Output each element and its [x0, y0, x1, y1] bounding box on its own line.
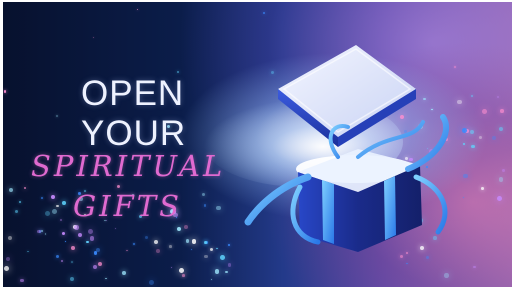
sparkle-dot — [469, 130, 474, 135]
sparkle-dot — [183, 224, 188, 229]
sparkle-dot — [203, 240, 207, 244]
sparkle-dot — [3, 266, 9, 272]
sparkle-dot — [92, 264, 97, 269]
sparkle-dot — [154, 239, 159, 244]
sparkle-dot — [133, 243, 135, 245]
sparkle-dot — [204, 254, 208, 259]
sparkle-dot — [98, 262, 103, 267]
sparkle-dot — [45, 211, 50, 217]
spiritual-gifts-banner: OPEN YOUR SPIRITUAL GIFTS — [3, 2, 512, 287]
sparkle-dot — [191, 239, 197, 244]
sparkle-dot — [51, 209, 57, 215]
sparkle-dot — [182, 274, 185, 278]
sparkle-dot — [121, 271, 126, 275]
sparkle-dot — [498, 177, 504, 182]
sparkle-dot — [216, 247, 218, 250]
sparkle-dot — [23, 186, 27, 190]
sparkle-dot — [85, 240, 89, 244]
sparkle-dot — [500, 109, 504, 113]
sparkle-dot — [115, 227, 117, 229]
sparkle-dot — [209, 248, 213, 252]
sparkle-dot — [219, 255, 225, 261]
sparkle-dot — [481, 109, 487, 114]
sparkle-dot — [203, 204, 207, 207]
sparkle-dot — [44, 233, 47, 235]
sparkle-dot — [406, 262, 409, 265]
sparkle-dot — [170, 267, 172, 269]
sparkle-dot — [262, 11, 266, 15]
sparkle-dot — [51, 195, 56, 200]
box-lid — [278, 45, 416, 147]
sparkle-dot — [186, 239, 190, 243]
sparkle-dot — [41, 196, 43, 199]
sparkle-dot — [95, 247, 101, 253]
headline-spiritual: SPIRITUAL — [31, 149, 226, 183]
sparkle-dot — [491, 135, 496, 140]
sparkle-dot — [55, 204, 59, 208]
sparkle-dot — [55, 115, 58, 118]
sparkle-dot — [7, 235, 13, 241]
sparkle-dot — [211, 278, 213, 280]
sparkle-dot — [149, 279, 155, 285]
sparkle-dot — [473, 266, 476, 269]
sparkle-dot — [92, 36, 94, 38]
sparkle-dot — [20, 279, 24, 283]
sparkle-dot — [478, 135, 482, 139]
sparkle-dot — [136, 8, 139, 11]
sparkle-dot — [87, 228, 93, 234]
sparkle-dot — [176, 227, 181, 232]
sparkle-dot — [5, 256, 11, 262]
sparkle-dot — [9, 188, 14, 192]
sparkle-dot — [126, 249, 128, 252]
sparkle-dot — [116, 184, 121, 189]
sparkle-dot — [71, 246, 76, 250]
sparkle-dot — [179, 267, 185, 273]
sparkle-dot — [497, 95, 500, 98]
sparkle-dot — [156, 249, 160, 253]
sparkle-dot — [228, 244, 231, 247]
headline-your: YOUR — [81, 114, 187, 153]
sparkle-dot — [74, 225, 80, 230]
sparkle-dot — [27, 250, 29, 253]
sparkle-dot — [499, 127, 504, 132]
sparkle-dot — [214, 269, 220, 274]
sparkle-dot — [480, 187, 484, 191]
sparkle-dot — [216, 205, 221, 211]
sparkle-dot — [3, 90, 7, 93]
sparkle-dot — [202, 192, 206, 196]
sparkle-dot — [502, 168, 506, 172]
sparkle-dot — [190, 248, 192, 250]
sparkle-dot — [444, 273, 449, 278]
sparkle-dot — [227, 263, 232, 267]
headline-gifts: GIFTS — [73, 189, 182, 223]
headline-open: OPEN — [81, 74, 185, 113]
sparkle-dot — [70, 277, 75, 282]
sparkle-dot — [471, 144, 475, 148]
sparkle-dot — [18, 200, 21, 203]
sparkle-dot — [14, 209, 18, 213]
sparkle-dot — [56, 255, 60, 259]
sparkle-dot — [62, 231, 66, 235]
sparkle-dot — [62, 200, 66, 205]
sparkle-dot — [471, 94, 474, 97]
sparkle-dot — [497, 195, 503, 201]
sparkle-dot — [60, 260, 63, 263]
sparkle-dot — [71, 261, 73, 263]
sparkle-dot — [59, 219, 62, 222]
sparkle-dot — [77, 232, 82, 237]
sparkle-dot — [105, 277, 107, 280]
sparkle-dot — [89, 235, 95, 241]
sparkle-dot — [225, 270, 229, 274]
gift-box-illustration — [244, 45, 450, 252]
sparkle-dot — [65, 241, 67, 243]
sparkle-dot — [37, 229, 41, 234]
sparkle-dot — [145, 236, 149, 240]
sparkle-dot — [169, 245, 172, 248]
